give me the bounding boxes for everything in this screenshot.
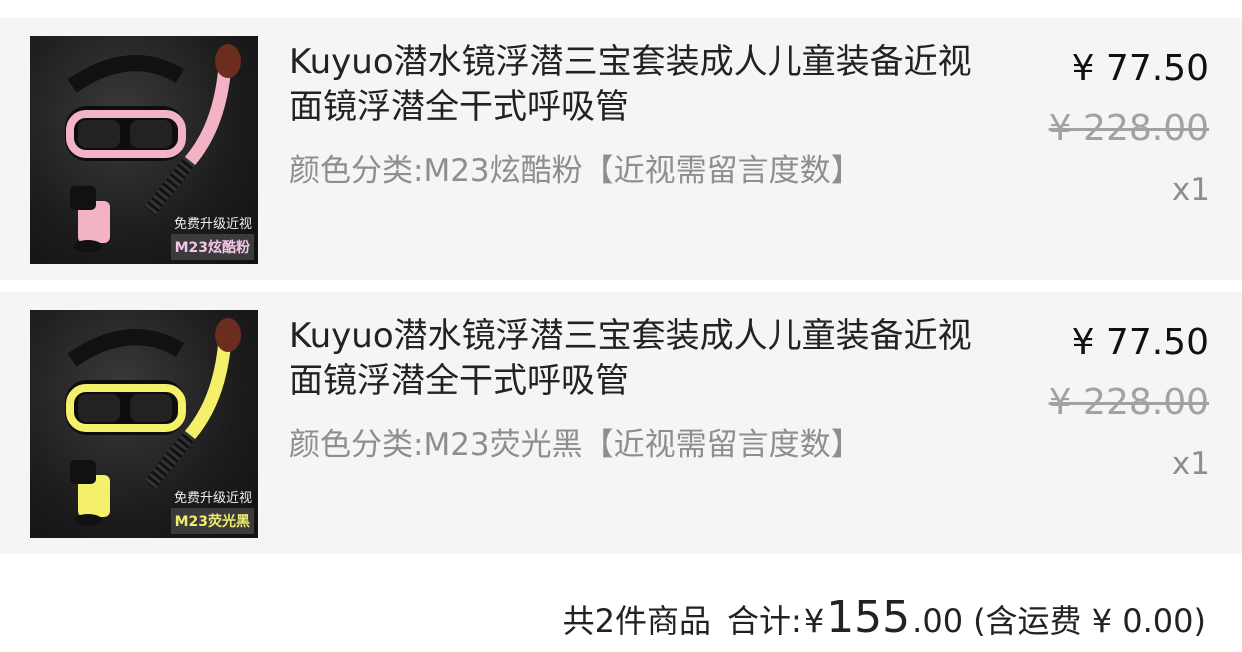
image-badge-bottom: M23荧光黑 <box>170 508 254 534</box>
order-summary: 共2件商品 合计: ¥ 155 .00 (含运费 ¥ 0.00) <box>563 592 1206 643</box>
image-badge-top: 免费升级近视 <box>173 217 252 232</box>
order-item[interactable]: 免费升级近视 M23炫酷粉 Kuyuo潜水镜浮潜三宝套装成人儿童装备近视面镜浮潜… <box>0 18 1242 280</box>
order-item[interactable]: 免费升级近视 M23荧光黑 Kuyuo潜水镜浮潜三宝套装成人儿童装备近视面镜浮潜… <box>0 292 1242 554</box>
sale-price: ¥ 77.50 <box>1071 48 1209 89</box>
total-label: 合计: <box>727 602 802 640</box>
currency-symbol: ¥ <box>803 602 825 640</box>
total-integer: 155 <box>826 592 911 643</box>
shipping-note: (含运费 ¥ 0.00) <box>973 602 1206 640</box>
image-badge-bottom: M23炫酷粉 <box>170 234 254 260</box>
total-decimal: .00 <box>912 602 964 640</box>
sale-price: ¥ 77.50 <box>1071 322 1209 363</box>
item-quantity: x1 <box>1171 172 1210 208</box>
item-count: 共2件商品 <box>562 602 712 640</box>
product-variant: 颜色分类:M23荧光黑【近视需留言度数】 <box>289 427 862 463</box>
product-image[interactable]: 免费升级近视 M23荧光黑 <box>30 310 258 538</box>
product-variant: 颜色分类:M23炫酷粉【近视需留言度数】 <box>289 153 862 189</box>
product-title[interactable]: Kuyuo潜水镜浮潜三宝套装成人儿童装备近视面镜浮潜全干式呼吸管 <box>289 40 989 130</box>
item-quantity: x1 <box>1171 446 1210 482</box>
product-title[interactable]: Kuyuo潜水镜浮潜三宝套装成人儿童装备近视面镜浮潜全干式呼吸管 <box>289 314 989 404</box>
original-price: ¥ 228.00 <box>1048 382 1209 423</box>
original-price: ¥ 228.00 <box>1048 108 1209 149</box>
product-image[interactable]: 免费升级近视 M23炫酷粉 <box>30 36 258 264</box>
image-badge-top: 免费升级近视 <box>173 491 252 506</box>
